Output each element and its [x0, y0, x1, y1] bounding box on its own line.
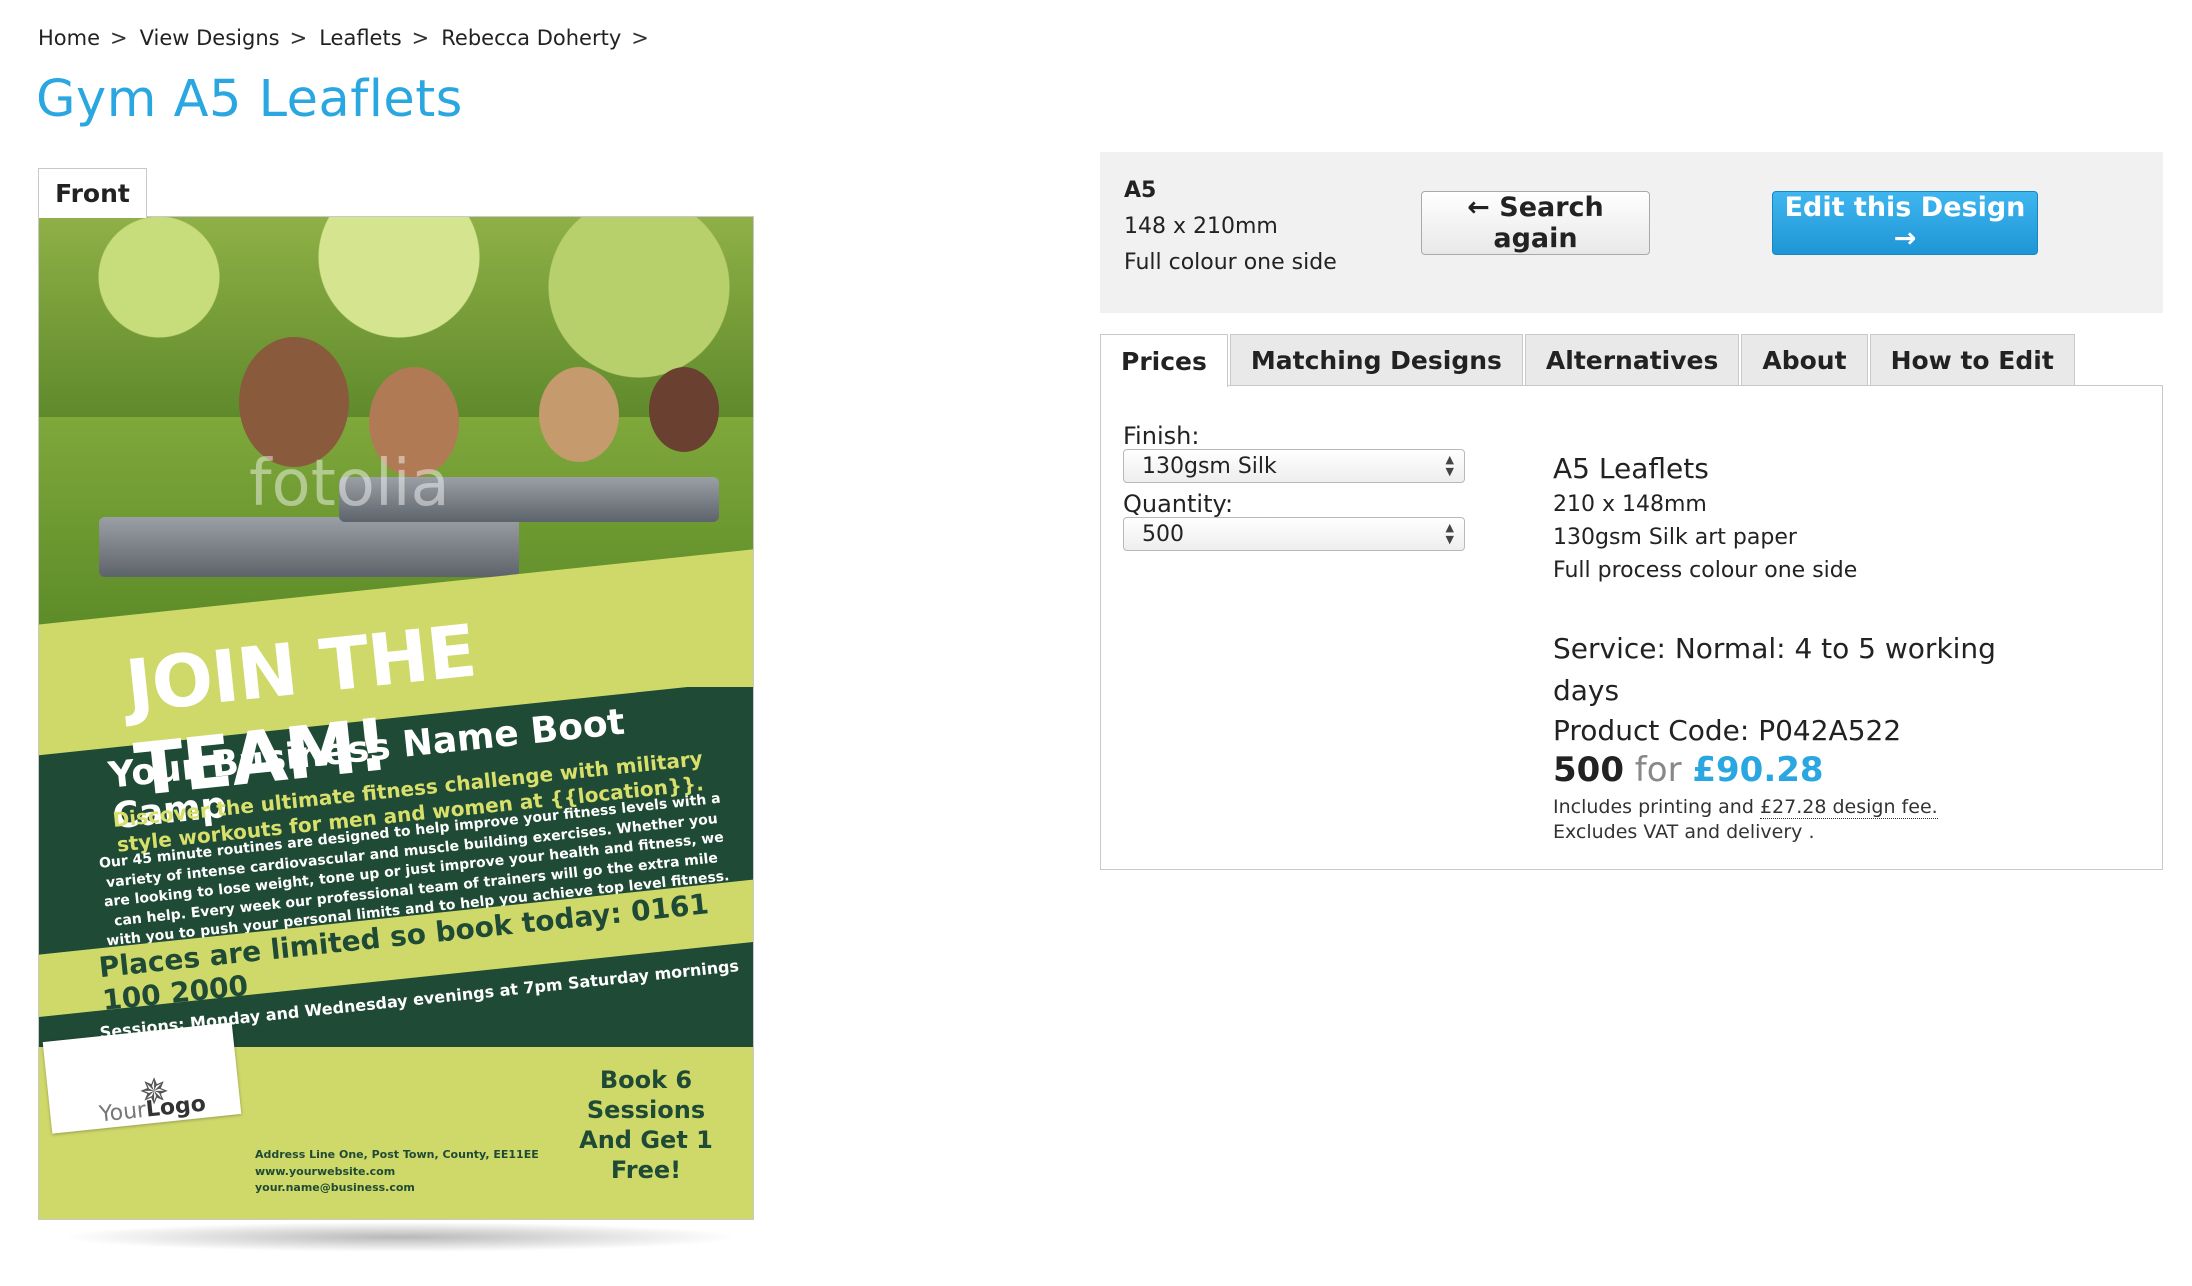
- breadcrumb-leaflets[interactable]: Leaflets: [319, 26, 401, 50]
- price-includes: Includes printing and £27.28 design fee.: [1553, 796, 1938, 819]
- photo-step: [99, 517, 519, 577]
- leaflet-contact: Address Line One, Post Town, County, EE1…: [255, 1147, 539, 1197]
- breadcrumb-view-designs[interactable]: View Designs: [140, 26, 280, 50]
- leaflet-preview: fotolia JOIN THE TEAM! Your Business Nam…: [38, 216, 754, 1220]
- summary-size: A5: [1124, 178, 1157, 203]
- breadcrumb-designer[interactable]: Rebecca Doherty: [441, 26, 621, 50]
- edit-design-button[interactable]: Edit this Design →: [1772, 191, 2038, 255]
- select-arrows-icon: ▲ ▼: [1445, 521, 1454, 546]
- breadcrumb-separator: >: [289, 26, 308, 50]
- service-level: Service: Normal: 4 to 5 working days: [1553, 632, 1996, 707]
- tab-front[interactable]: Front: [38, 168, 147, 218]
- summary-dimensions: 148 x 210mm: [1124, 214, 1278, 239]
- leaflet-offer: Book 6 Sessions And Get 1 Free!: [579, 1066, 713, 1184]
- product-paper: 130gsm Silk art paper: [1553, 525, 1797, 550]
- product-print: Full process colour one side: [1553, 558, 1858, 583]
- product-summary: A5 148 x 210mm Full colour one side ← Se…: [1100, 152, 2163, 313]
- search-again-button[interactable]: ← Search again: [1421, 191, 1650, 255]
- breadcrumb-separator: >: [411, 26, 430, 50]
- breadcrumb-home[interactable]: Home: [38, 26, 100, 50]
- price-amount: £90.28: [1692, 750, 1824, 790]
- quantity-select-value: 500: [1142, 521, 1184, 547]
- tab-how-to-edit[interactable]: How to Edit: [1869, 334, 2075, 386]
- tab-matching-designs[interactable]: Matching Designs: [1229, 334, 1523, 386]
- tab-alternatives[interactable]: Alternatives: [1524, 334, 1740, 386]
- summary-colour: Full colour one side: [1124, 250, 1337, 275]
- design-fee-link[interactable]: £27.28 design fee.: [1759, 796, 1938, 819]
- leaflet-website: www.yourwebsite.com: [255, 1164, 396, 1178]
- photo-watermark: fotolia: [249, 447, 450, 521]
- prices-panel: Finish: 130gsm Silk ▲ ▼ Quantity: 500 ▲ ▼ …: [1100, 385, 2163, 870]
- page-title: Gym A5 Leaflets: [36, 70, 463, 129]
- quantity-label: Quantity:: [1123, 490, 1234, 518]
- tab-about[interactable]: About: [1741, 334, 1868, 386]
- tab-prices[interactable]: Prices: [1100, 334, 1228, 387]
- breadcrumb-separator: >: [110, 26, 128, 50]
- select-arrows-icon: ▲ ▼: [1445, 453, 1454, 478]
- photo-person: [649, 367, 719, 452]
- price-quantity: 500: [1553, 750, 1624, 790]
- price-summary: 500 for £90.28: [1553, 750, 1824, 790]
- preview-shadow: [60, 1222, 740, 1252]
- breadcrumb: Home > View Designs > Leaflets > Rebecca…: [38, 26, 661, 50]
- finish-select[interactable]: 130gsm Silk ▲ ▼: [1123, 449, 1465, 483]
- finish-select-value: 130gsm Silk: [1142, 453, 1277, 479]
- price-for: for: [1634, 750, 1682, 790]
- detail-tabs: Prices Matching Designs Alternatives Abo…: [1100, 334, 2075, 387]
- finish-label: Finish:: [1123, 422, 1200, 450]
- leaflet-email: your.name@business.com: [255, 1181, 415, 1194]
- product-size: 210 x 148mm: [1553, 492, 1707, 517]
- product-code: Product Code: P042A522: [1553, 714, 1902, 747]
- price-excludes: Excludes VAT and delivery .: [1553, 821, 1815, 843]
- photo-person: [539, 367, 619, 462]
- breadcrumb-separator: >: [631, 26, 649, 50]
- leaflet-address: Address Line One, Post Town, County, EE1…: [255, 1148, 539, 1161]
- product-name: A5 Leaflets: [1553, 452, 1709, 485]
- quantity-select[interactable]: 500 ▲ ▼: [1123, 517, 1465, 551]
